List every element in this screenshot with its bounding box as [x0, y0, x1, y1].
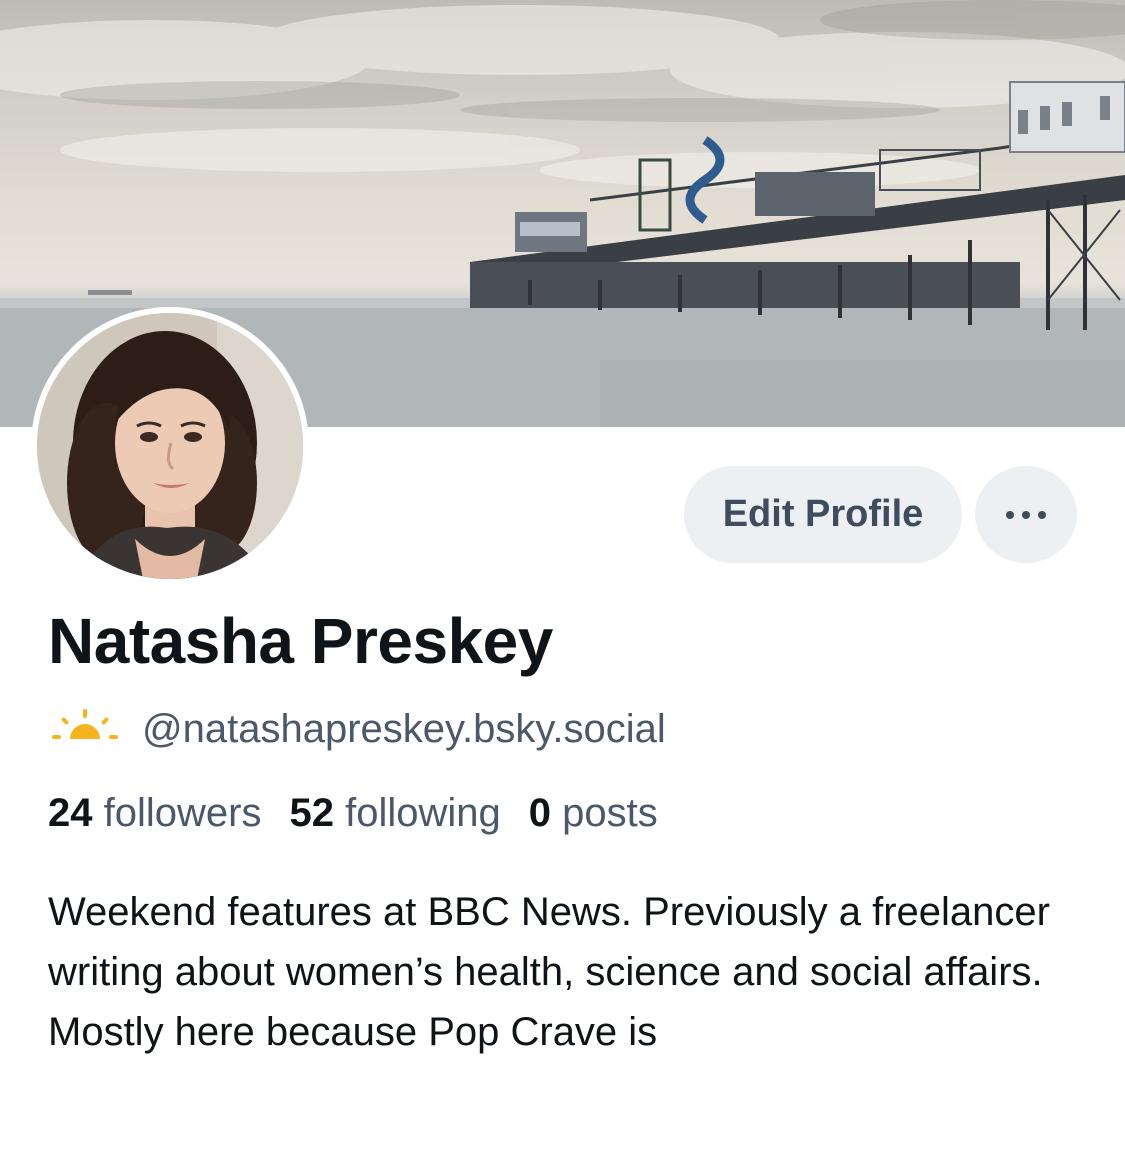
profile-bio: Weekend features at BBC News. Previously…: [48, 890, 1050, 1054]
following-stat[interactable]: 52 following: [289, 791, 500, 836]
posts-label: posts: [562, 791, 658, 835]
followers-count: 24: [48, 791, 93, 835]
edit-profile-button[interactable]: Edit Profile: [684, 466, 962, 563]
following-count: 52: [289, 791, 334, 835]
display-name: Natasha Preskey: [48, 605, 553, 677]
handle-row: @natashapreskey.bsky.social: [50, 701, 666, 757]
sunrise-icon: [52, 709, 118, 739]
avatar[interactable]: [31, 307, 309, 585]
profile-stats: 24 followers 52 following 0 posts: [48, 791, 658, 836]
followers-label: followers: [103, 791, 262, 835]
posts-count: 0: [528, 791, 551, 835]
more-options-button[interactable]: [975, 466, 1077, 563]
avatar-photo: [37, 313, 303, 579]
handle[interactable]: @natashapreskey.bsky.social: [142, 707, 666, 752]
posts-stat: 0 posts: [529, 791, 658, 836]
followers-stat[interactable]: 24 followers: [48, 791, 261, 836]
following-label: following: [345, 791, 501, 835]
ellipsis-icon: [1006, 510, 1046, 519]
